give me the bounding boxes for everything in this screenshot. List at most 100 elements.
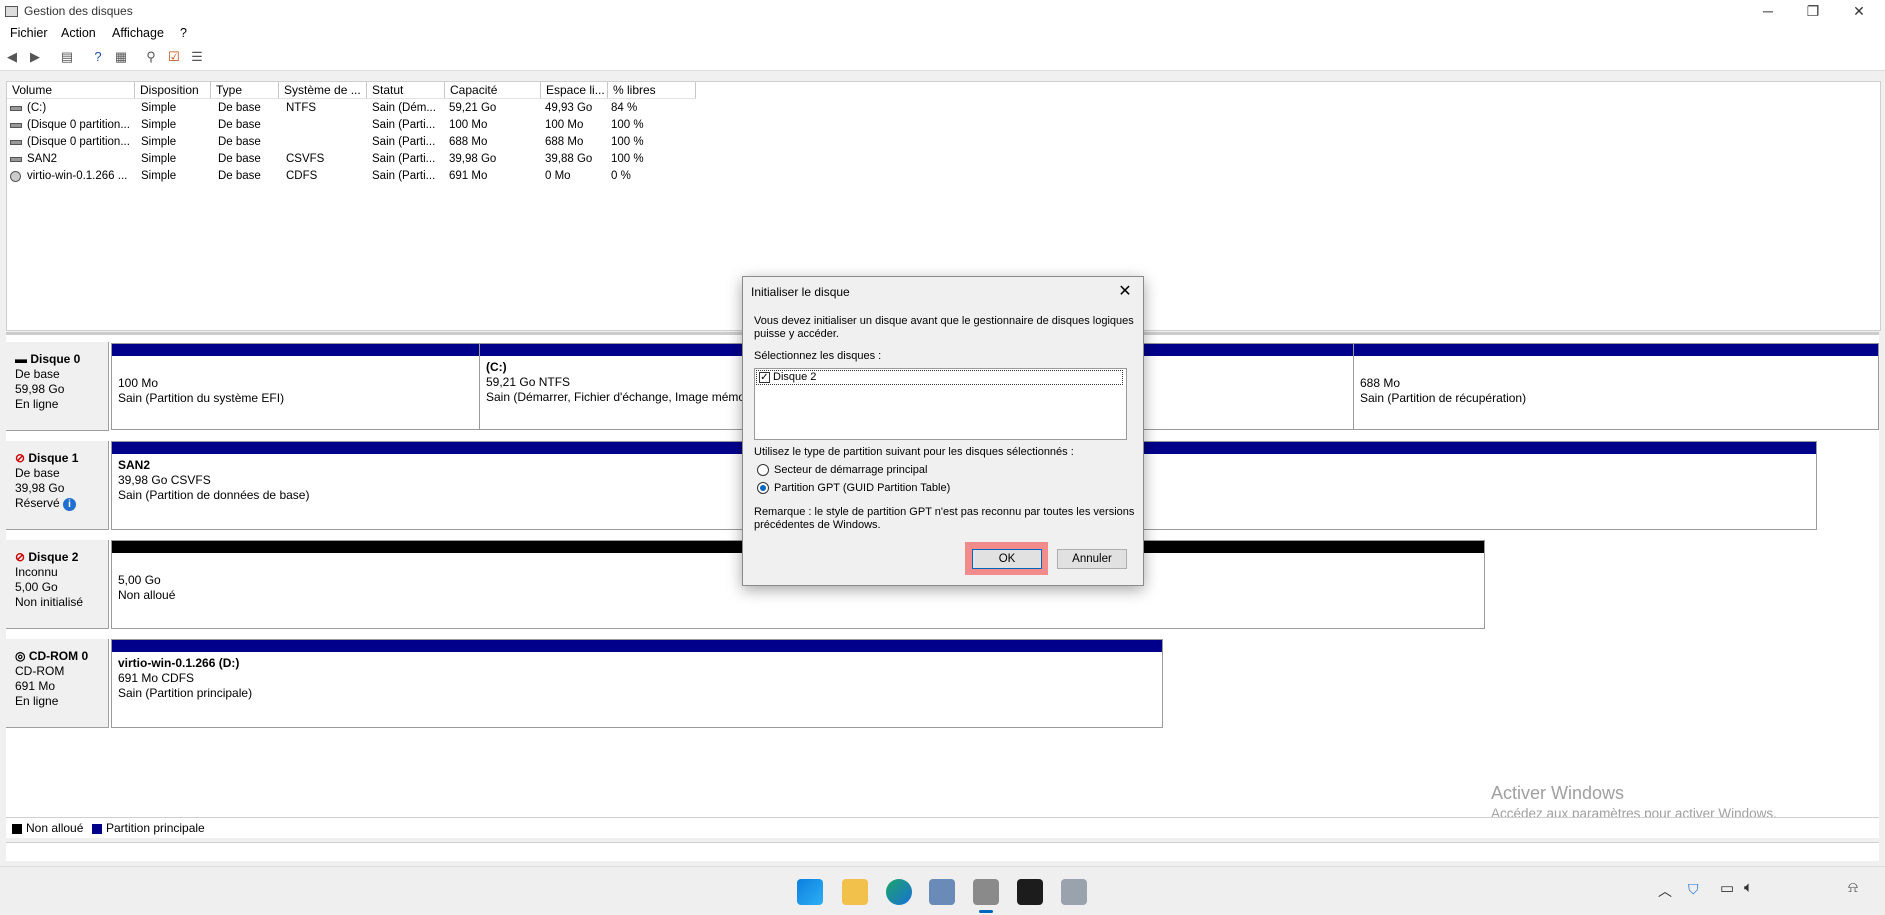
table-row[interactable]: (Disque 0 partition... Simple De base Sa… xyxy=(7,134,696,151)
disk-size: 39,98 Go xyxy=(15,481,65,495)
cell-status: Sain (Parti... xyxy=(372,136,436,148)
taskbar: ︿ ⛉ ▭ 🔈︎ ⍾ xyxy=(0,866,1885,915)
disk-type: Inconnu xyxy=(15,565,58,579)
gpt-radio-label[interactable]: Partition GPT (GUID Partition Table) xyxy=(774,482,950,495)
cell-disposition: Simple xyxy=(141,102,177,114)
disk-name: Disque 0 xyxy=(30,352,81,366)
column-header-filesystem[interactable]: Système de ... xyxy=(279,82,367,99)
cd-drive-icon: ◎ xyxy=(15,649,29,663)
status-bar xyxy=(6,842,1879,861)
list-view-icon[interactable]: ☰ xyxy=(189,49,205,65)
partition-title: (C:) xyxy=(486,360,507,374)
menu-fichier[interactable]: Fichier xyxy=(10,26,48,40)
connect-icon[interactable]: ⚲ xyxy=(143,49,159,65)
cell-volume: SAN2 xyxy=(27,153,58,165)
disk-2-info[interactable]: ⊘ Disque 2 Inconnu 5,00 Go Non initialis… xyxy=(6,540,109,629)
cdrom-0-info[interactable]: ◎ CD-ROM 0 CD-ROM 691 Mo En ligne xyxy=(6,639,109,728)
column-header-percent-free[interactable]: % libres xyxy=(608,82,696,99)
mbr-radio-label[interactable]: Secteur de démarrage principal xyxy=(774,464,927,477)
partition-status: Sain (Partition de récupération) xyxy=(1360,391,1527,405)
gpt-radio[interactable] xyxy=(757,482,769,494)
disk-type: CD-ROM xyxy=(15,664,65,678)
cell-free-space: 100 Mo xyxy=(545,119,584,131)
help-icon[interactable]: ? xyxy=(90,49,106,65)
column-header-type[interactable]: Type xyxy=(211,82,279,99)
disk-0-info[interactable]: ▬ Disque 0 De base 59,98 Go En ligne xyxy=(6,342,109,431)
partition-recovery[interactable]: 688 Mo Sain (Partition de récupération) xyxy=(1353,343,1879,430)
activation-watermark-title: Activer Windows xyxy=(1491,783,1625,803)
cell-disposition: Simple xyxy=(141,153,177,165)
window-title: Gestion des disques xyxy=(24,4,133,18)
partition-bar xyxy=(112,344,480,356)
menu-bar: Fichier Action Affichage ? xyxy=(0,24,1885,44)
column-header-volume[interactable]: Volume xyxy=(7,82,135,99)
column-header-disposition[interactable]: Disposition xyxy=(135,82,211,99)
info-icon[interactable]: i xyxy=(63,498,77,511)
notification-bell-icon[interactable]: ⍾ xyxy=(1848,879,1858,896)
cell-free-space: 39,88 Go xyxy=(545,153,593,165)
chevron-up-icon[interactable]: ︿ xyxy=(1658,881,1672,901)
menu-affichage[interactable]: Affichage xyxy=(112,26,164,40)
edge-icon[interactable] xyxy=(886,879,912,905)
forward-arrow-icon[interactable]: ▶ xyxy=(27,49,43,65)
cell-disposition: Simple xyxy=(141,170,177,182)
volume-icon xyxy=(10,140,22,145)
console-tree-icon[interactable]: ▤ xyxy=(59,49,75,65)
title-bar: Gestion des disques ─ ❐ ✕ xyxy=(0,0,1885,24)
cell-capacity: 688 Mo xyxy=(449,136,488,148)
settings-icon[interactable] xyxy=(1061,879,1087,905)
cell-percent-free: 84 % xyxy=(611,102,638,114)
cell-type: De base xyxy=(218,136,261,148)
list-item[interactable]: ✓ Disque 2 xyxy=(756,370,1123,385)
gpt-note-line2: précédentes de Windows. xyxy=(754,519,881,531)
cell-volume: (Disque 0 partition... xyxy=(27,136,130,148)
maximize-button[interactable]: ❐ xyxy=(1790,0,1836,24)
table-row[interactable]: (Disque 0 partition... Simple De base Sa… xyxy=(7,117,696,134)
cell-free-space: 49,93 Go xyxy=(545,102,593,114)
initialize-disk-dialog: Initialiser le disque ✕ Vous devez initi… xyxy=(742,276,1144,586)
partition-efi[interactable]: 100 Mo Sain (Partition du système EFI) xyxy=(111,343,481,430)
column-header-status[interactable]: Statut xyxy=(367,82,445,99)
terminal-icon[interactable] xyxy=(1017,879,1043,905)
dialog-title: Initialiser le disque xyxy=(751,285,850,299)
disk-1-info[interactable]: ⊘ Disque 1 De base 39,98 Go Réservé i xyxy=(6,441,109,530)
ok-button[interactable]: OK xyxy=(972,549,1042,569)
minimize-button[interactable]: ─ xyxy=(1745,0,1791,24)
file-explorer-icon[interactable] xyxy=(842,879,868,905)
disk-management-icon[interactable] xyxy=(973,879,999,905)
cancel-button[interactable]: Annuler xyxy=(1057,549,1127,569)
column-header-free-space[interactable]: Espace li... xyxy=(541,82,608,99)
table-row[interactable]: virtio-win-0.1.266 ... Simple De base CD… xyxy=(7,168,696,185)
column-header-capacity[interactable]: Capacité xyxy=(445,82,541,99)
close-button[interactable]: ✕ xyxy=(1836,0,1882,24)
menu-help[interactable]: ? xyxy=(180,26,187,40)
partition-status: Non alloué xyxy=(118,588,176,602)
close-icon[interactable]: ✕ xyxy=(1113,280,1137,304)
mbr-radio[interactable] xyxy=(757,464,769,476)
server-manager-icon[interactable] xyxy=(929,879,955,905)
back-arrow-icon[interactable]: ◀ xyxy=(4,49,20,65)
network-icon[interactable]: ▭ xyxy=(1720,879,1734,897)
disk-select-list[interactable]: ✓ Disque 2 xyxy=(754,368,1127,440)
partition-cdrom[interactable]: virtio-win-0.1.266 (D:) 691 Mo CDFS Sain… xyxy=(111,639,1163,728)
windows-start-icon[interactable] xyxy=(797,879,823,905)
gpt-note-line1: Remarque : le style de partition GPT n'e… xyxy=(754,506,1135,518)
table-row[interactable]: SAN2 Simple De base CSVFS Sain (Parti...… xyxy=(7,151,696,168)
menu-action[interactable]: Action xyxy=(61,26,96,40)
cell-free-space: 0 Mo xyxy=(545,170,571,182)
disk-name: CD-ROM 0 xyxy=(28,649,89,663)
disk-2-checkbox[interactable]: ✓ xyxy=(759,372,770,383)
cell-filesystem: CSVFS xyxy=(286,153,325,165)
legend-swatch-unallocated xyxy=(12,824,22,834)
disk-status: En ligne xyxy=(15,397,59,411)
disk-name: Disque 2 xyxy=(28,550,79,564)
cell-type: De base xyxy=(218,153,261,165)
dialog-intro-line2: puisse y accéder. xyxy=(754,328,839,340)
check-icon[interactable]: ☑ xyxy=(166,49,182,65)
properties-icon[interactable]: ▦ xyxy=(113,49,129,65)
security-icon[interactable]: ⛉ xyxy=(1688,881,1699,898)
table-row[interactable]: (C:) Simple De base NTFS Sain (Dém... 59… xyxy=(7,100,696,117)
partition-bar xyxy=(1354,344,1878,356)
volume-icon[interactable]: 🔈︎ xyxy=(1744,879,1753,896)
disk-status: Réservé xyxy=(15,496,60,510)
